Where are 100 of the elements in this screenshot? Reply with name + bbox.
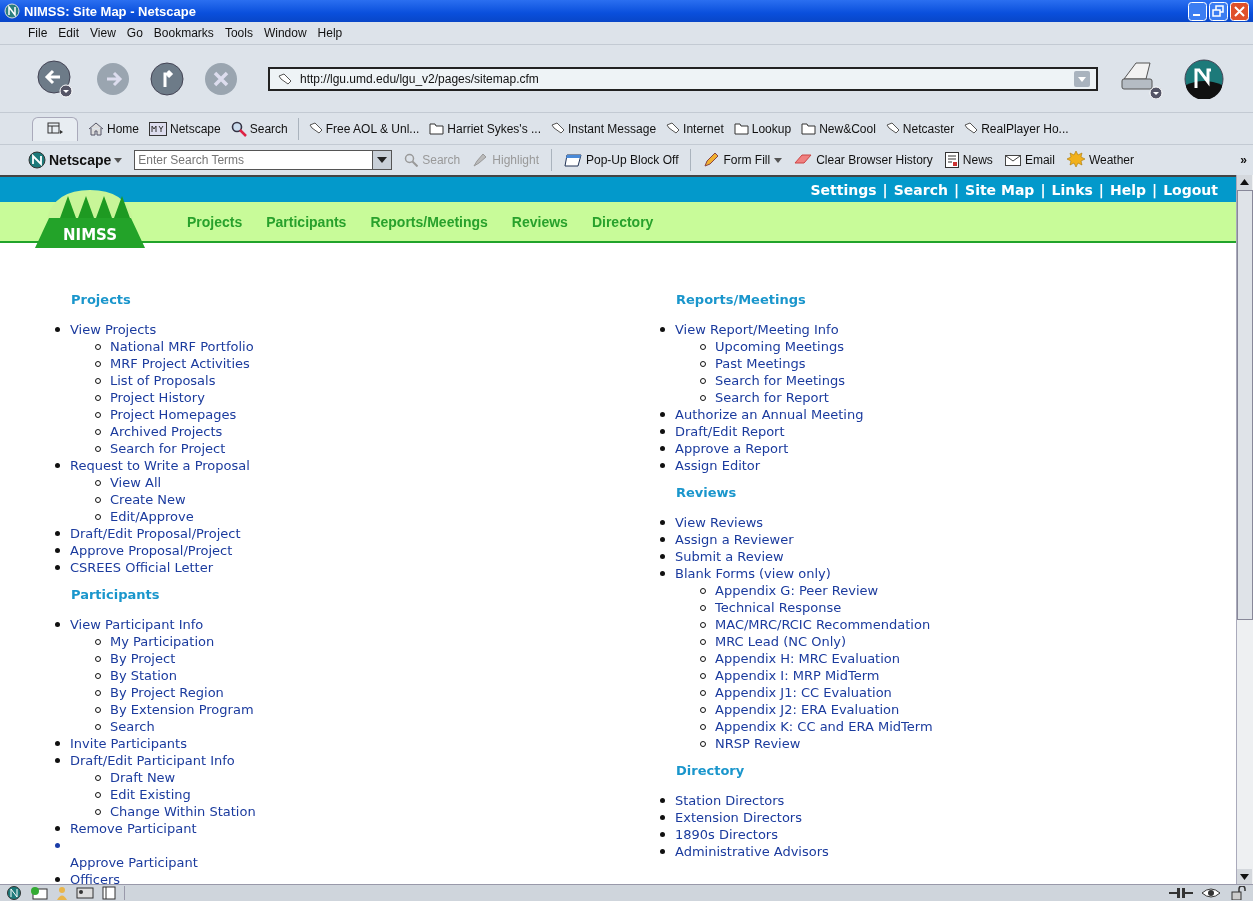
toolbar-button[interactable]: Email	[1004, 153, 1055, 167]
menu-item[interactable]: File	[28, 26, 48, 40]
menu-item[interactable]: Bookmarks	[153, 26, 214, 40]
sitemap-link[interactable]: View Report/Meeting Info	[675, 322, 839, 337]
sitemap-link[interactable]: Appendix G: Peer Review	[715, 583, 879, 598]
notepad-icon[interactable]	[102, 886, 116, 900]
menu-item[interactable]: Window	[263, 26, 307, 40]
sitemap-link[interactable]: Edit Existing	[110, 787, 191, 802]
sitemap-link[interactable]: View Participant Info	[70, 617, 204, 632]
toolbar-link[interactable]: Lookup	[733, 121, 792, 136]
sitemap-link[interactable]: Search for Report	[715, 390, 829, 405]
sitemap-link[interactable]: Approve Proposal/Project	[70, 543, 233, 558]
toolbar-button[interactable]: Pop-Up Block Off	[564, 153, 679, 167]
menu-item[interactable]: Help	[317, 26, 343, 40]
reload-icon[interactable]	[150, 61, 184, 96]
sitemap-link[interactable]: MRF Project Activities	[110, 356, 250, 371]
sitemap-link[interactable]: NRSP Review	[715, 736, 801, 751]
sitemap-link[interactable]: Search	[110, 719, 155, 734]
dropdown-button[interactable]	[372, 150, 393, 170]
scroll-down-icon[interactable]	[1237, 869, 1252, 884]
menu-item[interactable]: Go	[126, 26, 143, 40]
sitemap-link[interactable]: Assign a Reviewer	[675, 532, 794, 547]
toolbar-link[interactable]: RealPlayer Ho...	[964, 121, 1069, 136]
sitemap-link[interactable]: Search for Meetings	[715, 373, 845, 388]
sitemap-link[interactable]: Submit a Review	[675, 549, 784, 564]
sitemap-link[interactable]: Blank Forms (view only)	[675, 566, 831, 581]
sitemap-link[interactable]: Draft/Edit Proposal/Project	[70, 526, 241, 541]
sitemap-link[interactable]: Search for Project	[110, 441, 226, 456]
sitemap-link[interactable]: Upcoming Meetings	[715, 339, 844, 354]
sitemap-link[interactable]: By Station	[110, 668, 177, 683]
toolbar-link[interactable]: Internet	[666, 121, 724, 136]
sitemap-link[interactable]: Appendix J2: ERA Evaluation	[715, 702, 900, 717]
toolbar-link[interactable]: Search	[230, 120, 288, 137]
sitemap-link[interactable]: Draft/Edit Report	[675, 424, 785, 439]
address-field[interactable]: http://lgu.umd.edu/lgu_v2/pages/sitemap.cfm	[268, 66, 1098, 91]
sitemap-link[interactable]: View Projects	[70, 322, 157, 337]
sitemap-link[interactable]: Change Within Station	[110, 804, 256, 819]
sitemap-link[interactable]: View Reviews	[675, 515, 764, 530]
sitemap-link[interactable]: MAC/MRC/RCIC Recommendation	[715, 617, 931, 632]
sitemap-link[interactable]: Project History	[110, 390, 205, 405]
sitemap-link[interactable]: Create New	[110, 492, 186, 507]
sitemap-link[interactable]: Edit/Approve	[110, 509, 194, 524]
back-icon[interactable]	[36, 58, 76, 99]
toolbar-button[interactable]: Weather	[1066, 151, 1135, 169]
toolbar-link[interactable]: Netscape	[149, 121, 221, 136]
menu-item[interactable]: Tools	[224, 26, 253, 40]
sitemap-link[interactable]: Administrative Advisors	[675, 844, 829, 859]
sitemap-link[interactable]: Appendix H: MRC Evaluation	[715, 651, 900, 666]
sitemap-link[interactable]: By Extension Program	[110, 702, 254, 717]
overflow-button[interactable]: »	[1240, 153, 1247, 167]
minimize-icon[interactable]	[1188, 1, 1207, 21]
sitemap-link[interactable]: Appendix K: CC and ERA MidTerm	[715, 719, 933, 734]
sitemap-link[interactable]: Officers	[70, 872, 121, 884]
sitemap-link[interactable]: Approve Participant	[70, 855, 198, 870]
sitemap-link[interactable]: Archived Projects	[110, 424, 223, 439]
toolbar-link[interactable]: Instant Message	[551, 121, 657, 136]
toolbar-button[interactable]: Form Fill	[703, 152, 783, 168]
sitemap-link[interactable]: Invite Participants	[70, 736, 187, 751]
scroll-thumb[interactable]	[1237, 190, 1253, 620]
sitemap-link[interactable]: By Project Region	[110, 685, 224, 700]
close-icon[interactable]	[1230, 1, 1249, 21]
sitemap-link[interactable]: Station Directors	[675, 793, 785, 808]
netscape-menu-button[interactable]: Netscape	[28, 151, 123, 169]
address-card-icon[interactable]	[76, 886, 94, 900]
toolbar-button[interactable]: Clear Browser History	[794, 153, 933, 167]
envelope-icon[interactable]	[30, 886, 48, 900]
eye-icon[interactable]	[1201, 887, 1223, 899]
netscape-logo-icon[interactable]	[6, 886, 22, 900]
sitemap-link[interactable]: Appendix J1: CC Evaluation	[715, 685, 892, 700]
sitemap-link[interactable]: List of Proposals	[110, 373, 216, 388]
sitemap-link[interactable]: By Project	[110, 651, 176, 666]
sitemap-link[interactable]: View All	[110, 475, 162, 490]
menu-item[interactable]: View	[90, 26, 116, 40]
sitemap-link[interactable]: Assign Editor	[675, 458, 761, 473]
sitemap-link[interactable]: National MRF Portfolio	[110, 339, 254, 354]
sitemap-link[interactable]: Remove Participant	[70, 821, 197, 836]
scrollbar[interactable]	[1236, 175, 1253, 884]
sitemap-link[interactable]: Approve a Report	[675, 441, 789, 456]
menu-item[interactable]: Edit	[58, 26, 80, 40]
sitemap-link[interactable]: Past Meetings	[715, 356, 806, 371]
sitemap-link[interactable]: Technical Response	[715, 600, 842, 615]
sitemap-link[interactable]: Request to Write a Proposal	[70, 458, 250, 473]
search-terms-field[interactable]: Enter Search Terms	[134, 150, 373, 170]
toolbar-link[interactable]: Home	[88, 121, 139, 136]
sitemap-link[interactable]: Appendix I: MRP MidTerm	[715, 668, 880, 683]
restore-icon[interactable]	[1209, 1, 1228, 21]
sitemap-link[interactable]: 1890s Directors	[675, 827, 778, 842]
sitemap-link[interactable]: CSREES Official Letter	[70, 560, 213, 575]
toolbar-button[interactable]: News	[944, 152, 993, 168]
toolbar-link[interactable]: Free AOL & Unl...	[308, 121, 420, 136]
scroll-up-icon[interactable]	[1237, 175, 1252, 190]
sitemap-link[interactable]: Authorize an Annual Meeting	[675, 407, 864, 422]
sitemap-link[interactable]: My Participation	[110, 634, 215, 649]
toolbar-link[interactable]: Harriet Sykes's ...	[429, 121, 541, 136]
tab-menu-button[interactable]	[32, 116, 78, 141]
sitemap-link[interactable]: Extension Directors	[675, 810, 802, 825]
sitemap-link[interactable]: Draft New	[110, 770, 176, 785]
padlock-icon[interactable]	[1231, 886, 1247, 900]
sitemap-link[interactable]: MRC Lead (NC Only)	[715, 634, 847, 649]
toolbar-link[interactable]: Netcaster	[885, 121, 955, 136]
